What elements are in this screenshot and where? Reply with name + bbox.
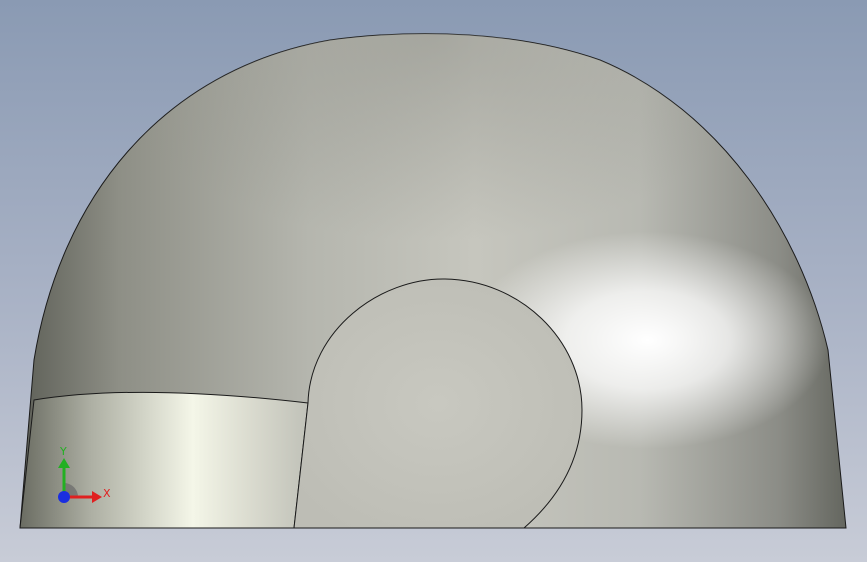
3d-viewport[interactable]: Y X xyxy=(0,0,867,562)
z-axis-dot xyxy=(58,491,70,503)
y-axis-label: Y xyxy=(59,445,67,458)
model-view[interactable]: Y X xyxy=(0,0,867,562)
x-axis-label: X xyxy=(103,487,111,500)
